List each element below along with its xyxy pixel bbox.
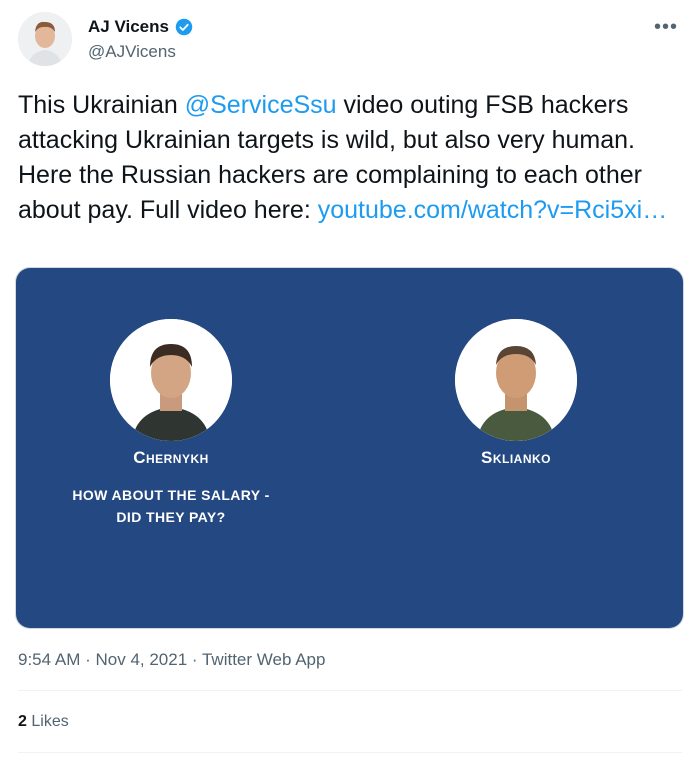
caption-name-chernykh: Chernykh: [101, 448, 241, 468]
likes-count: 2: [18, 713, 27, 730]
more-options-icon[interactable]: •••: [654, 16, 678, 39]
person-portrait-left: [110, 319, 232, 441]
divider-top: [18, 690, 682, 691]
video-subtitle: HOW ABOUT THE SALARY - DID THEY PAY?: [46, 484, 296, 528]
tweet-time[interactable]: 9:54 AM: [18, 650, 80, 669]
divider-bottom: [18, 752, 682, 753]
subtitle-line-1: HOW ABOUT THE SALARY -: [72, 487, 270, 503]
mention-link[interactable]: @ServiceSsu: [185, 91, 337, 119]
avatar-image: [18, 12, 72, 66]
author-handle[interactable]: @AJVicens: [88, 42, 176, 62]
media-attachment[interactable]: Chernykh Sklianko HOW ABOUT THE SALARY -…: [16, 268, 683, 628]
verified-badge-icon: [175, 18, 193, 36]
person-photo-chernykh: [110, 319, 232, 441]
author-name[interactable]: AJ Vicens: [88, 17, 169, 37]
tweet-meta: 9:54 AM · Nov 4, 2021 · Twitter Web App: [18, 650, 325, 670]
likes-count-link[interactable]: 2 Likes: [18, 713, 69, 731]
video-url-link[interactable]: youtube.com/watch?v=Rci5xi…: [318, 196, 667, 224]
author-name-row[interactable]: AJ Vicens: [88, 17, 193, 37]
avatar[interactable]: [18, 12, 72, 66]
meta-separator-2: ·: [187, 650, 202, 669]
person-photo-sklianko: [455, 319, 577, 441]
tweet-source[interactable]: Twitter Web App: [202, 650, 325, 669]
subtitle-line-2: DID THEY PAY?: [116, 509, 226, 525]
tweet-text-part1: This Ukrainian: [18, 91, 185, 119]
caption-name-sklianko: Sklianko: [446, 448, 586, 468]
meta-separator-1: ·: [80, 650, 96, 669]
caption-name-left: Chernykh: [133, 448, 209, 467]
likes-label: Likes: [31, 713, 69, 730]
person-portrait-right: [455, 319, 577, 441]
tweet-text: This Ukrainian @ServiceSsu video outing …: [18, 88, 682, 228]
tweet-date[interactable]: Nov 4, 2021: [95, 650, 187, 669]
caption-name-right: Sklianko: [480, 448, 551, 467]
